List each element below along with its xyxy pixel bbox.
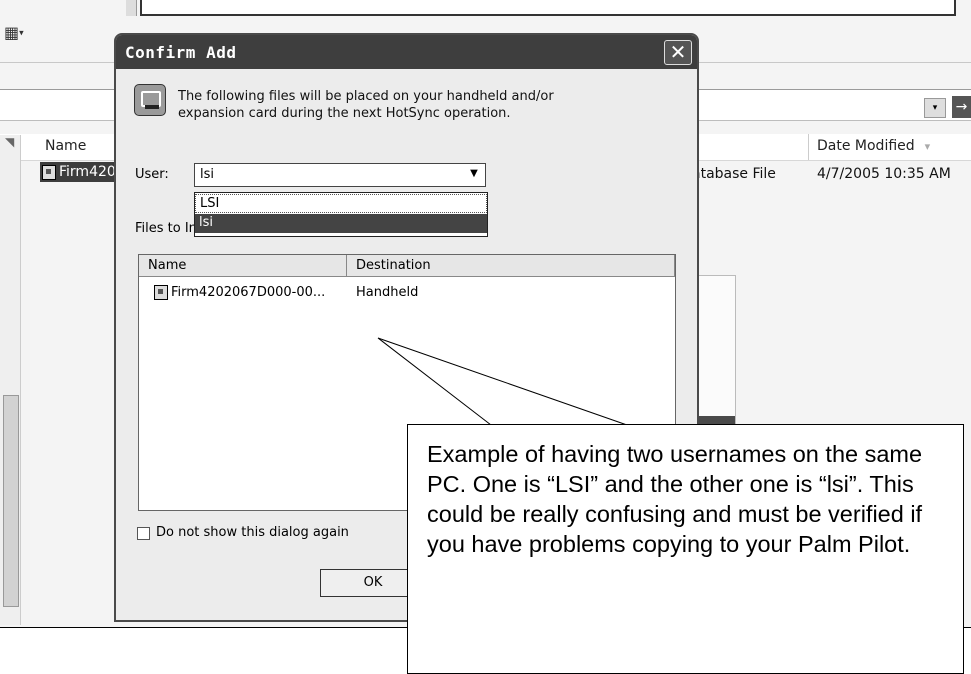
annotation-callout: Example of having two usernames on the s… — [407, 424, 964, 674]
callout-text: Example of having two usernames on the s… — [427, 441, 923, 557]
